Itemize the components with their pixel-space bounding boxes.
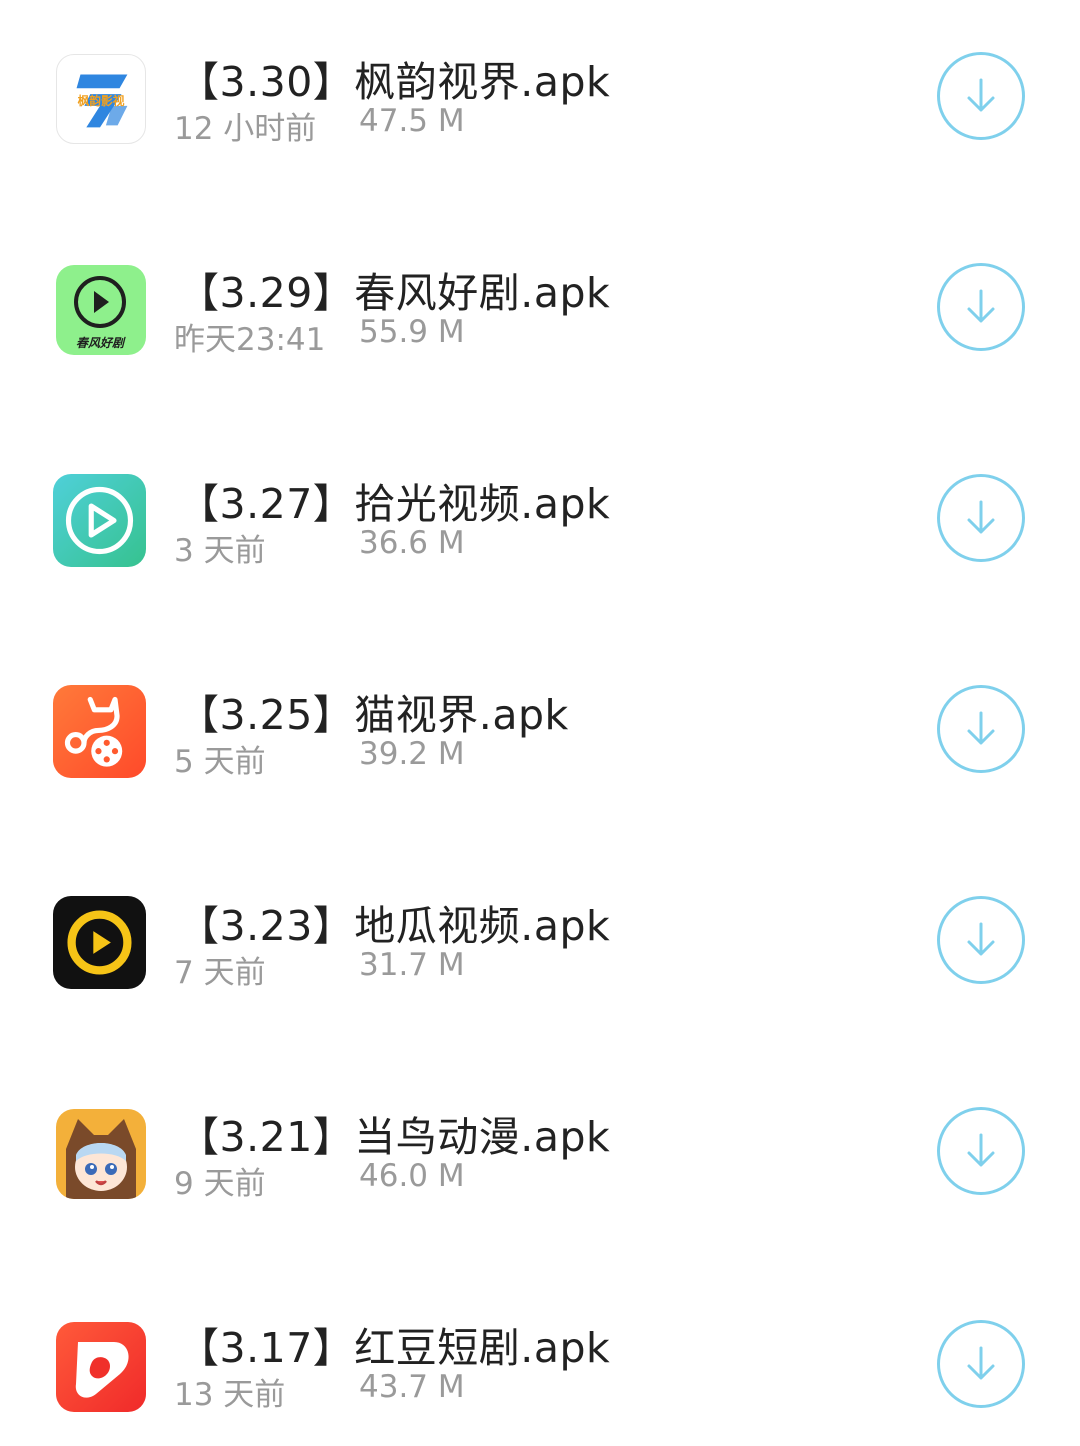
file-time: 5 天前 (174, 744, 266, 780)
download-button[interactable] (937, 896, 1025, 984)
list-item[interactable]: 春风好剧 【3.29】春风好剧.apk 昨天23:41 55.9 M (0, 211, 1080, 391)
download-button[interactable] (937, 474, 1025, 562)
file-time: 7 天前 (174, 955, 266, 991)
download-arrow-icon (967, 711, 995, 745)
fengyun-icon-text: 枫韵影视 (78, 94, 125, 108)
file-time: 12 小时前 (174, 111, 317, 147)
file-size: 31.7 M (359, 947, 465, 983)
download-arrow-icon (967, 500, 995, 534)
list-item[interactable]: 【3.17】红豆短剧.apk 13 天前 43.7 M (0, 1266, 1080, 1446)
shiguang-app-icon (53, 474, 146, 567)
download-button[interactable] (937, 52, 1025, 140)
download-button[interactable] (937, 685, 1025, 773)
file-title[interactable]: 【3.30】枫韵视界.apk (178, 48, 610, 108)
chunfeng-icon-text: 春风好剧 (76, 336, 126, 350)
chunfeng-app-icon: 春风好剧 (56, 265, 146, 355)
file-size: 39.2 M (359, 736, 465, 772)
download-button[interactable] (937, 1107, 1025, 1195)
list-item[interactable]: 【3.25】猫视界.apk 5 天前 39.2 M (0, 633, 1080, 813)
file-time: 13 天前 (174, 1377, 286, 1413)
file-title[interactable]: 【3.29】春风好剧.apk (178, 259, 610, 319)
file-title[interactable]: 【3.25】猫视界.apk (178, 681, 569, 741)
hongdou-app-icon (56, 1322, 146, 1412)
file-title[interactable]: 【3.17】红豆短剧.apk (178, 1314, 610, 1374)
file-size: 55.9 M (359, 314, 465, 350)
list-item[interactable]: 【3.21】当鸟动漫.apk 9 天前 46.0 M (0, 1055, 1080, 1235)
maoshijie-app-icon (53, 685, 146, 778)
digua-app-icon (53, 896, 146, 989)
file-title[interactable]: 【3.27】拾光视频.apk (178, 470, 610, 530)
download-arrow-icon (967, 1346, 995, 1380)
download-arrow-icon (967, 922, 995, 956)
file-size: 46.0 M (359, 1158, 465, 1194)
download-button[interactable] (937, 1320, 1025, 1408)
fengyun-app-icon: 枫韵影视 (56, 54, 146, 144)
file-size: 36.6 M (359, 525, 465, 561)
download-arrow-icon (967, 1133, 995, 1167)
file-size: 47.5 M (359, 103, 465, 139)
list-item[interactable]: 【3.23】地瓜视频.apk 7 天前 31.7 M (0, 844, 1080, 1024)
file-title[interactable]: 【3.23】地瓜视频.apk (178, 892, 610, 952)
file-time: 3 天前 (174, 533, 266, 569)
download-arrow-icon (967, 289, 995, 323)
file-title[interactable]: 【3.21】当鸟动漫.apk (178, 1103, 610, 1163)
dangniao-app-icon (56, 1109, 146, 1199)
file-time: 9 天前 (174, 1166, 266, 1202)
download-arrow-icon (967, 78, 995, 112)
file-time: 昨天23:41 (174, 322, 326, 358)
list-item[interactable]: 枫韵影视 【3.30】枫韵视界.apk 12 小时前 47.5 M (0, 0, 1080, 180)
file-size: 43.7 M (359, 1369, 465, 1405)
download-button[interactable] (937, 263, 1025, 351)
list-item[interactable]: 【3.27】拾光视频.apk 3 天前 36.6 M (0, 422, 1080, 602)
